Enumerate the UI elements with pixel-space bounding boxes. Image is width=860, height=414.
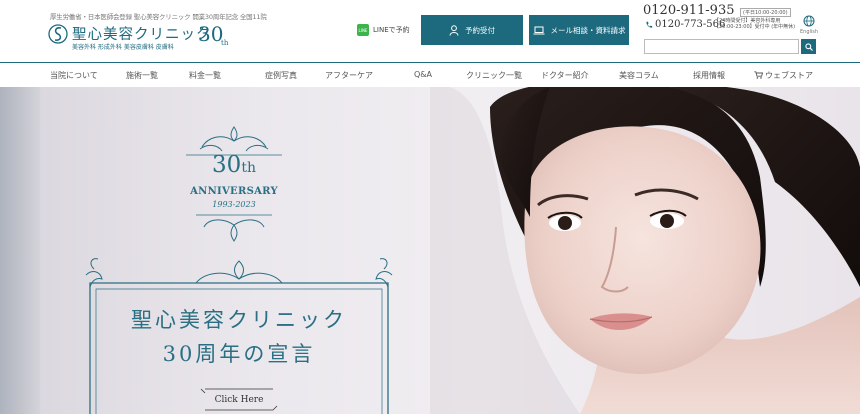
nav-item-about[interactable]: 当院について: [50, 70, 98, 81]
reserve-button-label: 予約受付: [465, 25, 495, 35]
line-reserve-link[interactable]: LINE LINEで予約: [357, 23, 410, 37]
search-icon: [804, 42, 813, 51]
consult-button-label: メール相談・資料請求: [550, 25, 626, 35]
logo-mark-icon: [48, 24, 68, 44]
emblem-anniversary-text: ANNIVERSARY: [190, 186, 278, 197]
line-icon: LINE: [357, 24, 369, 36]
nav-item-cases[interactable]: 症例写真: [265, 70, 297, 81]
cart-icon: [754, 71, 763, 79]
globe-icon: [803, 15, 815, 27]
language-label: English: [800, 29, 819, 35]
hero-banner[interactable]: 30th ANNIVERSARY 1993-2023 聖心美容クリニック 30周…: [0, 87, 860, 414]
search-button[interactable]: [801, 39, 816, 54]
site-header: 厚生労働省・日本医師会登録 聖心美容クリニック 開業30周年記念 全国11院 聖…: [0, 0, 860, 62]
nav-item-clinics[interactable]: クリニック一覧: [466, 70, 522, 81]
nav-item-qa[interactable]: Q&A: [414, 70, 432, 79]
emblem-years: 1993-2023: [212, 200, 256, 209]
language-switch[interactable]: English: [800, 15, 818, 35]
click-here-button[interactable]: Click Here: [206, 391, 272, 408]
logo-name: 聖心美容クリニック: [72, 27, 212, 43]
nav-item-column[interactable]: 美容コラム: [619, 70, 659, 81]
phone-primary-hours: (平日10:00-20:00): [740, 8, 791, 17]
consult-button[interactable]: メール相談・資料請求: [529, 15, 629, 45]
emblem-number: 30th: [212, 152, 256, 178]
model-portrait-image: [430, 87, 860, 414]
clinic-logo[interactable]: 聖心美容クリニック 30 th 美容外科 形成外科 美容皮膚科 皮膚科: [48, 22, 238, 52]
phone-number-primary[interactable]: 0120-911-935: [643, 3, 735, 18]
declaration-frame[interactable]: 聖心美容クリニック 30周年の宣言 Click Here: [84, 255, 394, 414]
declaration-title-line1: 聖心美容クリニック: [131, 308, 347, 332]
logo-anniversary-number: 30: [198, 22, 224, 46]
line-reserve-label: LINEで予約: [373, 26, 410, 34]
nav-item-aftercare[interactable]: アフターケア: [325, 70, 373, 81]
person-icon: [449, 24, 459, 36]
logo-subtitle: 美容外科 形成外科 美容皮膚科 皮膚科: [72, 44, 174, 51]
laptop-icon: [533, 26, 544, 34]
logo-anniversary-suffix: th: [221, 39, 229, 47]
phone-secondary-hours-line2: 【20:00-23:00】受付中 (年中無休): [714, 24, 796, 30]
nav-item-webstore[interactable]: ウェブストア: [754, 70, 813, 81]
declaration-title-line2: 30周年の宣言: [162, 342, 316, 366]
nav-item-webstore-label: ウェブストア: [765, 71, 813, 80]
nav-item-doctors[interactable]: ドクター紹介: [541, 70, 589, 81]
header-tagline: 厚生労働省・日本医師会登録 聖心美容クリニック 開業30周年記念 全国11院: [50, 13, 267, 21]
main-nav: 当院について 施術一覧 料金一覧 症例写真 アフターケア Q&A クリニック一覧…: [0, 62, 860, 87]
phone-icon: [646, 21, 653, 28]
nav-item-recruit[interactable]: 採用情報: [693, 70, 725, 81]
reserve-button[interactable]: 予約受付: [421, 15, 523, 45]
emblem-ornament-bottom-icon: [196, 214, 272, 242]
phone-secondary-hours: 【24時間受付】美容外科専用 【20:00-23:00】受付中 (年中無休): [714, 18, 795, 30]
hero-edge-shade: [0, 87, 40, 414]
nav-item-prices[interactable]: 料金一覧: [189, 70, 221, 81]
nav-item-treatments[interactable]: 施術一覧: [126, 70, 158, 81]
search-input[interactable]: [644, 39, 799, 54]
